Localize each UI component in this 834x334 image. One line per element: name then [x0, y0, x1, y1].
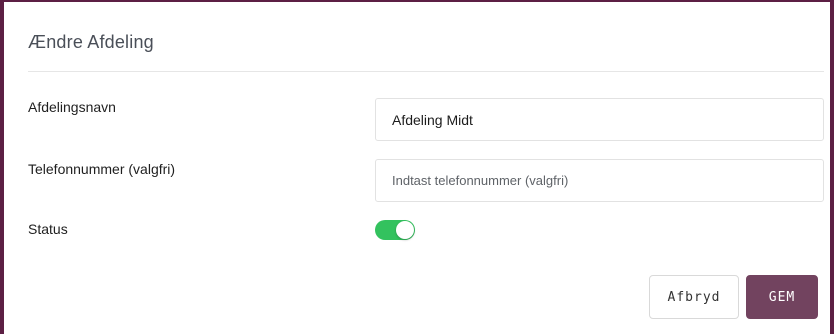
phone-input[interactable]: Indtast telefonnummer (valgfri): [375, 159, 824, 202]
phone-label: Telefonnummer (valgfri): [28, 161, 176, 177]
save-button[interactable]: GEM: [746, 275, 818, 319]
status-label: Status: [28, 221, 68, 237]
department-name-label: Afdelingsnavn: [28, 99, 116, 115]
status-toggle[interactable]: [375, 220, 415, 240]
title-divider: [28, 71, 824, 72]
cancel-button[interactable]: Afbryd: [649, 275, 739, 319]
department-name-value: Afdeling Midt: [392, 111, 473, 128]
department-name-input[interactable]: Afdeling Midt: [375, 98, 824, 141]
phone-placeholder: Indtast telefonnummer (valgfri): [392, 173, 569, 188]
edit-department-dialog: Ændre Afdeling Afdelingsnavn Afdeling Mi…: [0, 0, 834, 334]
status-toggle-knob: [396, 221, 414, 239]
dialog-title: Ændre Afdeling: [28, 32, 154, 52]
